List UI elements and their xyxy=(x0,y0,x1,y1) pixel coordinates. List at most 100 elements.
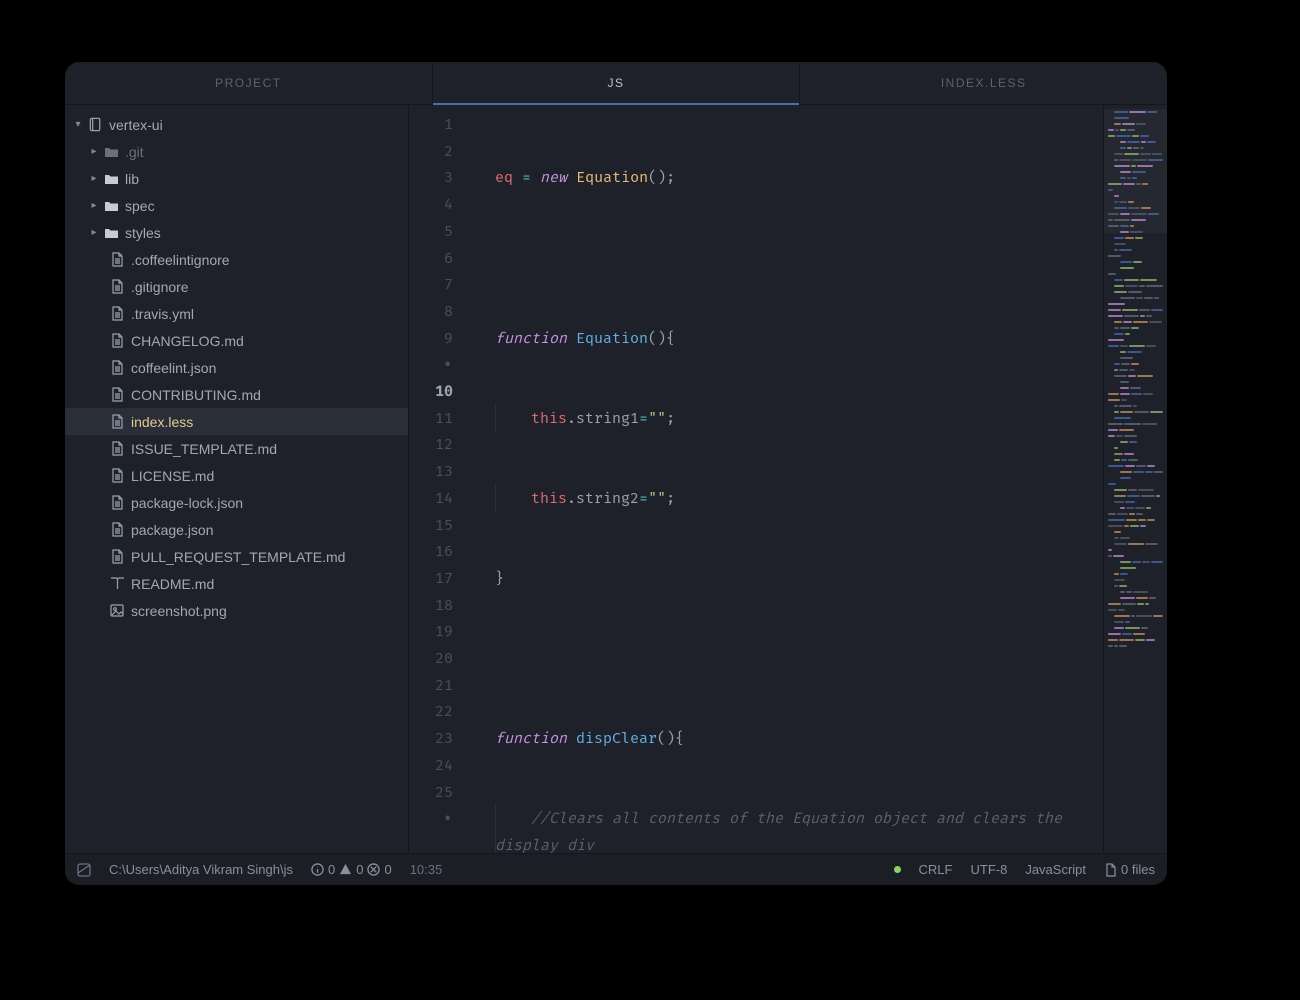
file-icon xyxy=(107,306,127,321)
status-cursor[interactable]: 10:35 xyxy=(410,862,443,877)
token-keyword: function xyxy=(495,329,567,347)
tree-file[interactable]: .gitignore xyxy=(65,273,408,300)
token-function: Equation xyxy=(576,329,648,347)
comment: //Clears all contents of the Equation ob… xyxy=(495,809,1062,853)
file-icon xyxy=(107,549,127,564)
status-language[interactable]: JavaScript xyxy=(1025,862,1086,877)
file-icon xyxy=(107,468,127,483)
tree-file[interactable]: index.less xyxy=(65,408,408,435)
file-icon xyxy=(107,441,127,456)
file-icon xyxy=(107,333,127,348)
tree-file[interactable]: coffeelint.json xyxy=(65,354,408,381)
project-tree[interactable]: ▾ vertex-ui ▸ .git ▸ lib ▸ spec xyxy=(65,105,409,853)
tree-item-label: screenshot.png xyxy=(131,603,227,619)
line-number: 8 xyxy=(409,298,463,325)
files-icon xyxy=(1104,863,1117,877)
line-number: 17 xyxy=(409,565,463,592)
line-number: 4 xyxy=(409,191,463,218)
tree-file[interactable]: .travis.yml xyxy=(65,300,408,327)
tree-file[interactable]: CONTRIBUTING.md xyxy=(65,381,408,408)
tab-label: JS xyxy=(608,76,625,90)
folder-icon xyxy=(101,173,121,185)
status-files[interactable]: 0 files xyxy=(1104,862,1155,877)
tree-item-label: .gitignore xyxy=(131,279,189,295)
status-sync-ok-icon[interactable] xyxy=(894,866,901,873)
minimap[interactable] xyxy=(1103,105,1167,853)
file-icon xyxy=(107,252,127,267)
tree-item-label: spec xyxy=(125,198,155,214)
tree-file[interactable]: screenshot.png xyxy=(65,597,408,624)
tree-file[interactable]: PULL_REQUEST_TEMPLATE.md xyxy=(65,543,408,570)
line-number: 1 xyxy=(409,111,463,138)
tree-file[interactable]: .coffeelintignore xyxy=(65,246,408,273)
folder-icon xyxy=(101,146,121,158)
file-icon xyxy=(107,522,127,537)
editor-window: PROJECT JS INDEX.LESS ▾ vertex-ui ▸ .git… xyxy=(65,62,1167,885)
line-number: 16 xyxy=(409,538,463,565)
info-icon xyxy=(311,863,324,876)
tree-folder[interactable]: ▸ styles xyxy=(65,219,408,246)
tree-item-label: .travis.yml xyxy=(131,306,194,322)
tree-root[interactable]: ▾ vertex-ui xyxy=(65,111,408,138)
line-number: 9 xyxy=(409,325,463,352)
tree-item-label: CONTRIBUTING.md xyxy=(131,387,261,403)
warn-icon xyxy=(339,863,352,876)
tree-item-label: styles xyxy=(125,225,161,241)
line-number: 22 xyxy=(409,698,463,725)
line-number: • xyxy=(409,805,463,832)
status-diagnostics[interactable]: 0 0 0 xyxy=(311,862,392,877)
tree-file[interactable]: README.md xyxy=(65,570,408,597)
chevron-right-icon: ▸ xyxy=(87,146,101,157)
tree-item-label: .coffeelintignore xyxy=(131,252,230,268)
line-number: 2 xyxy=(409,138,463,165)
line-number: 18 xyxy=(409,592,463,619)
chevron-right-icon: ▸ xyxy=(87,200,101,211)
line-number: 3 xyxy=(409,164,463,191)
tree-item-label: coffeelint.json xyxy=(131,360,216,376)
tree-folder[interactable]: ▸ .git xyxy=(65,138,408,165)
token-identifier: eq xyxy=(495,168,513,186)
line-number: 10 xyxy=(409,378,463,405)
tree-folder[interactable]: ▸ lib xyxy=(65,165,408,192)
code-area[interactable]: eq = new Equation(); function Equation()… xyxy=(463,105,1103,853)
tree-file[interactable]: package.json xyxy=(65,516,408,543)
file-icon xyxy=(107,387,127,402)
line-number: 15 xyxy=(409,512,463,539)
image-icon xyxy=(107,604,127,617)
line-gutter: 123456789•101112131415161718192021222324… xyxy=(409,105,463,853)
tree-item-label: .git xyxy=(125,144,144,160)
status-path[interactable]: C:\Users\Aditya Vikram Singh\js xyxy=(109,862,293,877)
status-encoding[interactable]: UTF-8 xyxy=(970,862,1007,877)
line-number: 5 xyxy=(409,218,463,245)
tab-label: PROJECT xyxy=(215,76,282,90)
line-number: • xyxy=(409,351,463,378)
tab-js[interactable]: JS xyxy=(433,62,801,104)
tree-item-label: CHANGELOG.md xyxy=(131,333,244,349)
token-op: = xyxy=(513,168,540,186)
folder-icon xyxy=(101,200,121,212)
tree-file[interactable]: LICENSE.md xyxy=(65,462,408,489)
status-file-mode-icon[interactable] xyxy=(77,863,91,877)
token-type: Equation xyxy=(576,168,648,186)
error-icon xyxy=(367,863,380,876)
tree-file[interactable]: ISSUE_TEMPLATE.md xyxy=(65,435,408,462)
tree-item-label: LICENSE.md xyxy=(131,468,214,484)
tree-item-label: README.md xyxy=(131,576,214,592)
line-number: 7 xyxy=(409,271,463,298)
tree-folder[interactable]: ▸ spec xyxy=(65,192,408,219)
line-number: 12 xyxy=(409,431,463,458)
editor-body: ▾ vertex-ui ▸ .git ▸ lib ▸ spec xyxy=(65,105,1167,853)
line-number: 24 xyxy=(409,752,463,779)
tree-file[interactable]: CHANGELOG.md xyxy=(65,327,408,354)
tree-item-label: index.less xyxy=(131,414,193,430)
tree-item-label: ISSUE_TEMPLATE.md xyxy=(131,441,277,457)
code-editor[interactable]: 123456789•101112131415161718192021222324… xyxy=(409,105,1167,853)
folder-icon xyxy=(101,227,121,239)
tree-file[interactable]: package-lock.json xyxy=(65,489,408,516)
tab-index-less[interactable]: INDEX.LESS xyxy=(800,62,1167,104)
status-eol[interactable]: CRLF xyxy=(919,862,953,877)
status-bar: C:\Users\Aditya Vikram Singh\js 0 0 0 10… xyxy=(65,853,1167,885)
token-keyword: new xyxy=(540,168,567,186)
line-number: 21 xyxy=(409,672,463,699)
tab-project[interactable]: PROJECT xyxy=(65,62,433,104)
